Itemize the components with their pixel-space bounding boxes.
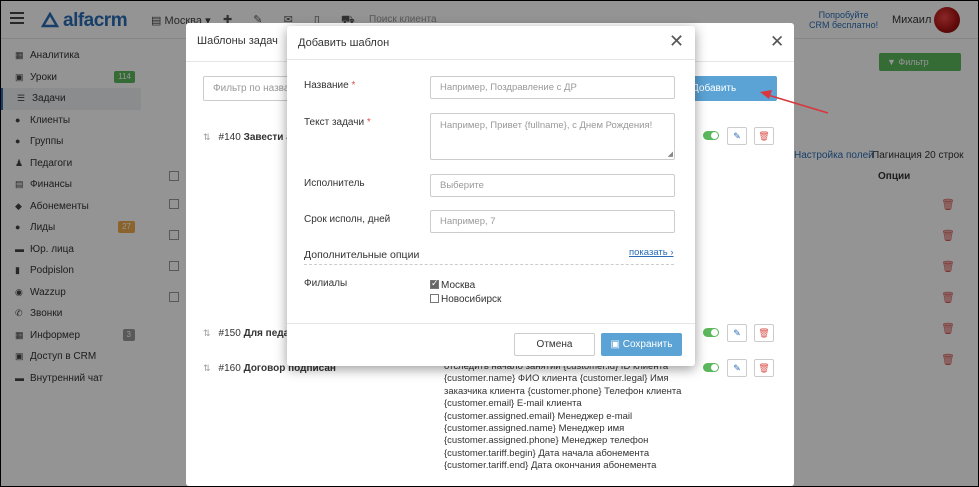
assignee-label: Исполнитель: [304, 178, 365, 189]
divider: [287, 59, 695, 60]
template-id: #140: [218, 132, 241, 143]
close-icon[interactable]: ✕: [669, 31, 684, 52]
dialog-title: Добавить шаблон: [298, 37, 390, 49]
due-days-label: Срок исполн, дней: [304, 214, 391, 225]
variable-line: {customer.email} E-mail клиента: [444, 398, 582, 410]
variable-line: {customer.tariff.end} Дата окончания або…: [444, 460, 657, 472]
delete-icon[interactable]: 🗑: [754, 324, 774, 342]
show-extra-link[interactable]: показать ›: [629, 247, 674, 258]
branch-checkbox-novosibirsk[interactable]: Новосибирск: [430, 294, 501, 305]
template-actions: ✎ 🗑: [703, 359, 774, 377]
text-label-text: Текст задачи: [304, 117, 365, 128]
variable-line: {customer.name} ФИО клиента {customer.le…: [444, 373, 669, 385]
checkbox-checked-icon[interactable]: [430, 278, 439, 289]
delete-icon[interactable]: 🗑: [754, 359, 774, 377]
variable-line: {customer.assigned.email} Менеджер e-mai…: [444, 410, 633, 422]
template-id: #160: [218, 363, 241, 374]
extra-options-title: Дополнительные опции: [304, 249, 420, 261]
name-input[interactable]: Например, Поздравление с ДР: [430, 76, 675, 99]
template-id: #150: [218, 328, 241, 339]
app-window: alfacrm ▤ Москва ▾ ✚ ✎ ✉ ▯ ⛟ Поиск клиен…: [1, 1, 978, 486]
variable-line: {customer.assigned.phone} Менеджер телеф…: [444, 435, 649, 447]
template-actions: ✎ 🗑: [703, 127, 774, 145]
close-icon[interactable]: ✕: [770, 32, 784, 52]
save-button-label: Сохранить: [622, 339, 673, 350]
name-label: Название *: [304, 80, 355, 91]
name-label-text: Название: [304, 80, 349, 91]
branch-label: Москва: [441, 280, 476, 291]
drag-handle-icon[interactable]: ⇅: [203, 132, 211, 142]
branches-label: Филиалы: [304, 278, 348, 289]
text-label: Текст задачи *: [304, 117, 371, 128]
template-filter-input[interactable]: Фильтр по названию: [203, 76, 293, 101]
templates-modal-title: Шаблоны задач: [197, 35, 278, 47]
save-icon: ▣: [610, 339, 620, 350]
template-variables: отследить начало занятий {customer.id} I…: [444, 361, 694, 473]
task-text-textarea[interactable]: Например, Привет {fullname}, с Днем Рожд…: [430, 113, 675, 160]
cancel-button[interactable]: Отмена: [514, 333, 595, 356]
save-button[interactable]: ▣ Сохранить: [601, 333, 682, 356]
variable-line: заказчика клиента {customer.phone} Телеф…: [444, 385, 682, 397]
branch-label: Новосибирск: [441, 294, 502, 305]
active-toggle[interactable]: [703, 328, 719, 337]
delete-icon[interactable]: 🗑: [754, 127, 774, 145]
show-link-label: показать: [629, 247, 668, 258]
assignee-select[interactable]: Выберите: [430, 174, 675, 197]
edit-icon[interactable]: ✎: [727, 127, 747, 145]
textarea-placeholder: Например, Привет {fullname}, с Днем Рожд…: [440, 120, 653, 131]
resize-handle-icon[interactable]: ◢: [668, 151, 673, 158]
add-template-dialog: Добавить шаблон ✕ Название * Например, П…: [287, 26, 695, 366]
required-mark: *: [351, 80, 356, 91]
required-mark: *: [366, 117, 371, 128]
branch-checkbox-moscow[interactable]: Москва: [430, 278, 476, 291]
variable-line: {customer.tariff.begin} Дата начала абон…: [444, 447, 650, 459]
edit-icon[interactable]: ✎: [727, 324, 747, 342]
edit-icon[interactable]: ✎: [727, 359, 747, 377]
drag-handle-icon[interactable]: ⇅: [203, 328, 211, 338]
variable-line: {customer.assigned.name} Менеджер имя: [444, 423, 625, 435]
checkbox-icon[interactable]: [430, 294, 439, 303]
active-toggle[interactable]: [703, 131, 719, 140]
active-toggle[interactable]: [703, 363, 719, 372]
divider: [287, 323, 695, 324]
annotation-arrow-icon: [760, 90, 829, 114]
dashed-divider: [304, 264, 674, 265]
template-actions: ✎ 🗑: [703, 324, 774, 342]
drag-handle-icon[interactable]: ⇅: [203, 363, 211, 373]
due-days-input[interactable]: Например, 7: [430, 210, 675, 233]
